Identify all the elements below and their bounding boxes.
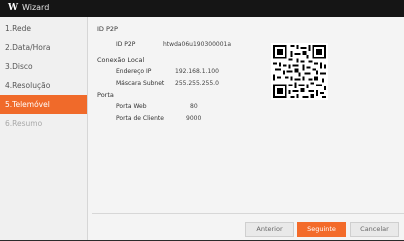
id-p2p-value: htwda06u190300001a: [163, 41, 232, 48]
step-disk[interactable]: 3.Disco: [0, 57, 87, 76]
brand-logo: W: [8, 3, 19, 13]
id-p2p-label: ID P2P: [116, 41, 136, 48]
wizard-button-bar: Anterior Seguinte Cancelar: [92, 213, 404, 241]
subnet-mask-value: 255.255.255.0: [175, 80, 219, 87]
wizard-window: W Wizard 1.Rede 2.Data/Hora 3.Disco 4.Re…: [0, 0, 404, 240]
next-button[interactable]: Seguinte: [297, 222, 346, 237]
previous-button[interactable]: Anterior: [245, 222, 294, 237]
web-port-value: 80: [190, 103, 198, 110]
section-local-connection: Conexão Local: [97, 56, 145, 64]
ip-label: Endereço IP: [116, 68, 152, 75]
subnet-mask-label: Máscara Subnet: [116, 80, 165, 87]
client-port-value: 9000: [186, 115, 202, 122]
wizard-steps-sidebar: 1.Rede 2.Data/Hora 3.Disco 4.Resolução 5…: [0, 17, 88, 240]
section-id-p2p: ID P2P: [97, 25, 118, 33]
title-bar: W Wizard: [0, 0, 404, 17]
step-summary[interactable]: 6.Resumo: [0, 114, 87, 133]
client-port-label: Porta de Cliente: [116, 115, 164, 122]
window-title: Wizard: [22, 3, 50, 12]
ip-value: 192.168.1.100: [175, 68, 219, 75]
step-date-time[interactable]: 2.Data/Hora: [0, 38, 87, 57]
cancel-button[interactable]: Cancelar: [350, 222, 399, 237]
step-mobile[interactable]: 5.Telemóvel: [0, 95, 87, 114]
web-port-label: Porta Web: [116, 103, 147, 110]
step-network[interactable]: 1.Rede: [0, 19, 87, 38]
main-panel: ID P2P ID P2P htwda06u190300001a Conexão…: [92, 17, 404, 240]
qr-code-icon: [271, 43, 328, 100]
section-port: Porta: [97, 91, 114, 99]
step-resolution[interactable]: 4.Resolução: [0, 76, 87, 95]
